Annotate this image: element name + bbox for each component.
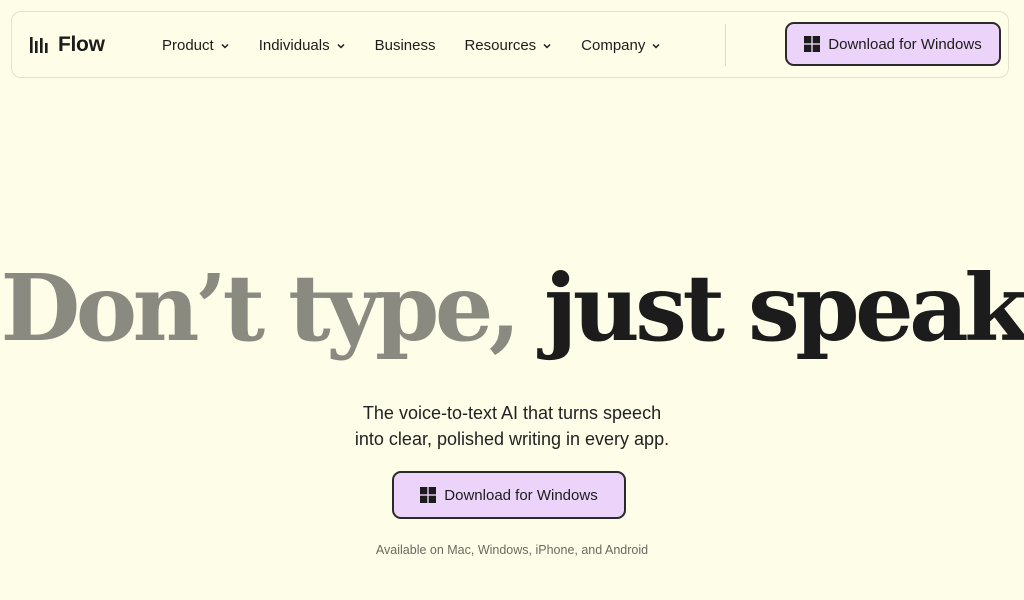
chevron-down-icon (337, 43, 345, 49)
nav-item-label: Company (581, 37, 646, 54)
hero-subtitle-line2: into clear, polished writing in every ap… (354, 429, 670, 449)
nav-item-resources[interactable]: Resources (464, 37, 552, 54)
windows-logo-icon (420, 487, 437, 503)
brand-name: Flow (58, 33, 105, 56)
hero-title-strong: just speak (543, 254, 1024, 362)
nav-item-label: Individuals (258, 37, 330, 54)
nav-item-individuals[interactable]: Individuals (259, 37, 346, 54)
nav-item-label: Product (162, 37, 214, 54)
main-nav: Product Individuals Business Resources C… (162, 12, 690, 79)
nav-item-label: Resources (464, 37, 537, 54)
nav-item-product[interactable]: Product (162, 37, 230, 54)
nav-divider (725, 24, 726, 66)
chevron-down-icon (221, 43, 229, 49)
hero-title: Don’t type, just speak (0, 248, 1024, 368)
nav-download-windows-button[interactable]: Download for Windows (785, 22, 1001, 66)
hero-download-windows-button[interactable]: Download for Windows (392, 471, 626, 519)
nav-download-label: Download for Windows (828, 35, 982, 53)
windows-logo-icon (804, 36, 821, 52)
brand-logo-link[interactable]: Flow (29, 34, 105, 56)
landing-page: Flow Product Individuals Business Resour… (0, 0, 1024, 600)
platform-availability-text: Available on Mac, Windows, iPhone, and A… (375, 543, 649, 557)
hero-subtitle: The voice-to-text AI that turns speech i… (0, 400, 1024, 452)
hero-download-label: Download for Windows (444, 486, 598, 504)
hero-title-muted: Don’t type, (0, 254, 521, 362)
nav-item-company[interactable]: Company (581, 37, 661, 54)
sound-bars-icon (30, 37, 48, 53)
nav-item-label: Business (374, 37, 436, 54)
top-navbar: Flow Product Individuals Business Resour… (11, 11, 1009, 78)
chevron-down-icon (652, 43, 660, 49)
chevron-down-icon (543, 43, 551, 49)
nav-item-business[interactable]: Business (375, 37, 436, 54)
hero-subtitle-line1: The voice-to-text AI that turns speech (362, 403, 662, 423)
